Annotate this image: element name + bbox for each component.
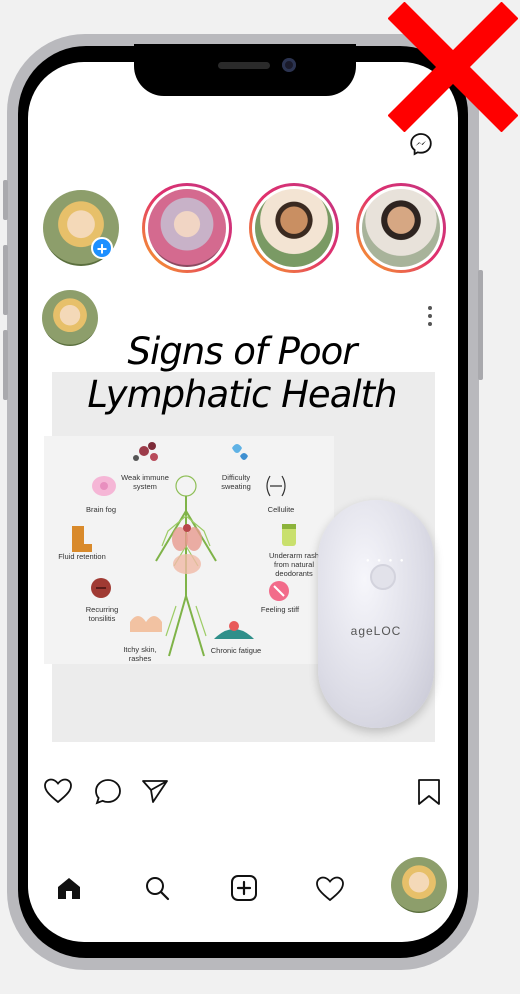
symptom-label: Chronic fatigue (210, 646, 262, 655)
story-avatar (362, 189, 440, 267)
post-title-line: Lymphatic Health (87, 373, 397, 416)
symptom-label: Feeling stiff (260, 605, 300, 614)
post-options-icon[interactable] (428, 306, 434, 330)
symptom-label: Recurring tonsilitis (85, 605, 119, 623)
device-power-button (370, 564, 396, 590)
heart-icon[interactable] (316, 876, 344, 902)
post-title-line: Signs of Poor (127, 330, 358, 373)
phone-notch (134, 44, 356, 96)
underarm-rash-icon (282, 524, 296, 546)
symptom-label: Weak immune system (121, 473, 169, 491)
front-camera (282, 58, 296, 72)
brain-fog-icon (92, 476, 116, 496)
profile-avatar[interactable] (391, 857, 447, 913)
symptom-label: Cellulite (267, 505, 295, 514)
volume-down-button (3, 330, 8, 400)
feeling-stiff-icon (269, 581, 289, 601)
story-item[interactable] (356, 183, 446, 273)
comment-icon[interactable] (94, 778, 122, 806)
symptom-label: Itchy skin, rashes (123, 645, 157, 663)
earpiece-speaker (218, 62, 270, 69)
device-brand: ageLOC (350, 624, 402, 638)
device-indicator-lights: ● ● ● ● (366, 558, 407, 564)
search-icon[interactable] (144, 875, 170, 901)
symptom-label: Underarm rash from natural deodorants (268, 551, 320, 578)
power-button (478, 270, 483, 380)
ageloc-device: ● ● ● ● ageLOC (318, 500, 434, 728)
symptom-label: Fluid retention (58, 552, 106, 561)
story-item[interactable] (249, 183, 339, 273)
add-story-badge[interactable]: + (91, 237, 113, 259)
post-title: Signs of Poor Lymphatic Health (48, 330, 436, 416)
story-avatar (148, 189, 226, 267)
volume-up-button (3, 245, 8, 315)
red-x-icon (388, 2, 518, 132)
heart-icon[interactable] (44, 778, 72, 804)
symptom-label: Difficulty sweating (221, 473, 251, 491)
lymphatic-infographic (44, 436, 334, 664)
story-item[interactable] (142, 183, 232, 273)
plus-square-icon[interactable] (230, 874, 258, 902)
home-icon[interactable] (56, 876, 82, 900)
messenger-icon[interactable] (409, 132, 433, 156)
tonsilitis-icon (91, 578, 111, 598)
mute-switch (3, 180, 8, 220)
send-icon[interactable] (141, 778, 169, 804)
story-avatar (255, 189, 333, 267)
symptom-label: Brain fog (85, 505, 117, 514)
bookmark-icon[interactable] (417, 778, 441, 806)
